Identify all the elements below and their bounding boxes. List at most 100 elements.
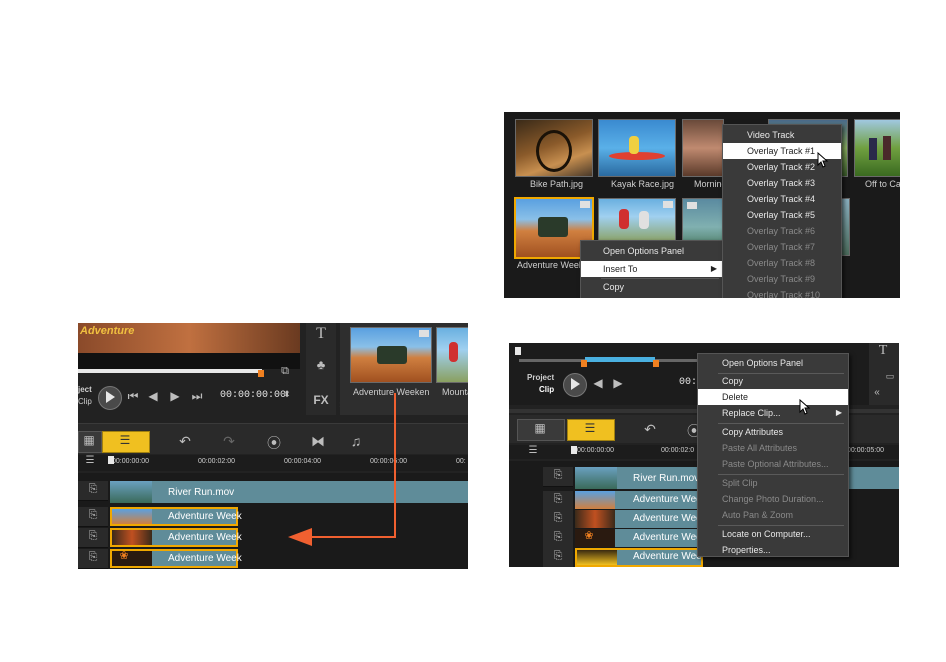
thumb-kayak-race[interactable] (598, 119, 676, 177)
overlay-track-header[interactable]: ⎘ (543, 548, 573, 567)
clip-label[interactable]: Clip (539, 385, 554, 394)
badge-icon (580, 201, 590, 208)
drag-panel: Adventure ⧉ ject Clip ⏮ ◀ ▶ ⏭ 00:00:00:0… (78, 323, 468, 569)
mouse-pointer-icon (799, 399, 811, 415)
undo-icon[interactable]: ↶ (641, 421, 659, 438)
thumb-label: Off to Cam (865, 179, 900, 189)
overlay-track-header[interactable]: ⎘ (78, 528, 108, 548)
menu-locate-on-computer[interactable]: Locate on Computer... (698, 526, 848, 542)
hiker-shape (883, 136, 891, 160)
menu-paste-all-attributes: Paste All Attributes (722, 443, 798, 453)
mouse-pointer-icon (817, 152, 829, 168)
clip-label: Adventure Wee (633, 532, 702, 543)
overlay-track-header[interactable]: ⎘ (78, 549, 108, 569)
step-back-icon[interactable]: ◀ (591, 376, 605, 390)
thumb-label: Adventure Weeke (517, 260, 589, 270)
enlarge-icon[interactable]: ⧉ (278, 365, 292, 378)
step-back-icon[interactable]: ◀ (146, 389, 160, 403)
skip-end-icon[interactable]: ⏭ (190, 389, 204, 404)
playhead-marker[interactable] (515, 347, 521, 355)
trim-range[interactable] (585, 357, 655, 362)
graphics-icon[interactable]: ♣ (310, 357, 332, 372)
menu-split-clip: Split Clip (722, 478, 758, 488)
menu-properties[interactable]: Properties... (698, 542, 848, 558)
thumb-mountain[interactable] (436, 327, 468, 383)
ruler-tick: 00:00:00:00 (112, 458, 149, 465)
overlay-track-header[interactable]: ⎘ (543, 491, 573, 511)
insert-submenu: Video Track Overlay Track #1 Overlay Tra… (722, 124, 842, 298)
menu-copy[interactable]: Copy (698, 373, 848, 389)
track-manager-icon[interactable]: ☰ (80, 455, 100, 466)
submenu-overlay-track-3[interactable]: Overlay Track #3 (723, 175, 841, 191)
step-forward-icon[interactable]: ▶ (611, 376, 625, 390)
submenu-overlay-track-4[interactable]: Overlay Track #4 (723, 191, 841, 207)
timecode-display[interactable]: 00:00:00:00 (220, 390, 286, 401)
thumb-morning[interactable] (682, 119, 724, 177)
thumb-off-to-camp[interactable] (854, 119, 900, 177)
thumb-adventure-weekend[interactable] (350, 327, 432, 383)
timeline-icon: ☰ (119, 433, 131, 447)
project-label[interactable]: Project (527, 373, 554, 382)
overlay-track-icon: ⎘ (553, 531, 563, 543)
step-forward-icon[interactable]: ▶ (168, 389, 182, 403)
menu-change-photo-duration: Change Photo Duration... (722, 494, 824, 504)
thumb-bikers[interactable] (598, 198, 676, 244)
submenu-video-track[interactable]: Video Track (723, 127, 841, 143)
clip-thumbnail (112, 509, 152, 524)
submenu-overlay-track-10: Overlay Track #10 (747, 290, 821, 298)
menu-open-options-panel[interactable]: Open Options Panel (581, 243, 723, 259)
clip-thumbnail (575, 467, 617, 489)
timecode-display[interactable]: 00: (679, 377, 697, 388)
film-icon: ▦ (83, 433, 95, 447)
paddler-shape (629, 136, 639, 154)
overlay-track-icon: ⎘ (88, 551, 98, 563)
menu-replace-clip[interactable]: Replace Clip... ▶ (698, 405, 848, 421)
clip-label[interactable]: Clip (78, 397, 92, 406)
video-track-header[interactable]: ⎘ (543, 467, 573, 487)
overlay-track-header[interactable]: ⎘ (78, 507, 108, 527)
playhead[interactable] (108, 456, 114, 464)
menu-delete[interactable]: Delete (698, 389, 848, 405)
menu-label: Replace Clip... (722, 408, 781, 418)
play-icon (106, 391, 115, 403)
clip-thumbnail (575, 491, 615, 509)
title-icon[interactable]: T (310, 325, 332, 343)
play-icon (571, 378, 580, 390)
badge-icon (419, 330, 429, 337)
clip-label: River Run.mov (168, 487, 235, 498)
playhead[interactable] (571, 446, 577, 454)
skip-start-icon[interactable]: ⏮ (126, 389, 140, 404)
overlay-track-icon: ⎘ (88, 530, 98, 542)
trim-start-marker[interactable] (581, 360, 587, 367)
submenu-overlay-track-5[interactable]: Overlay Track #5 (723, 207, 841, 223)
jeep-shape (538, 217, 568, 237)
clip-label: Adventure Week (168, 532, 242, 543)
overlay-track-header[interactable]: ⎘ (543, 529, 573, 549)
expand-icon[interactable]: « (871, 387, 883, 398)
redo-icon[interactable]: ↷ (220, 433, 238, 450)
title-icon[interactable]: T (871, 343, 895, 359)
video-track-header[interactable]: ⎘ (78, 481, 108, 501)
badge-icon (687, 202, 697, 209)
scrub-end-marker[interactable] (258, 370, 264, 377)
scrub-bar[interactable] (78, 369, 262, 373)
chevron-right-icon: ▶ (710, 264, 717, 273)
undo-icon[interactable]: ↶ (176, 433, 194, 450)
track-manager-icon[interactable]: ☰ (523, 445, 543, 456)
overlay-track-icon: ⎘ (553, 493, 563, 505)
biker-shape (639, 211, 649, 229)
menu-insert-to[interactable]: Insert To ▶ (581, 261, 723, 277)
project-label[interactable]: ject (78, 385, 92, 394)
clip-label: Adventure Wee (633, 494, 702, 505)
menu-open-options-panel[interactable]: Open Options Panel (698, 355, 848, 371)
ruler-tick: 00:00:02:00 (198, 458, 235, 465)
ruler-tick: 00:00:00:00 (577, 447, 614, 454)
menu-copy[interactable]: Copy (581, 279, 723, 295)
menu-copy-attributes[interactable]: Copy Attributes (698, 424, 848, 440)
trim-end-marker[interactable] (653, 360, 659, 367)
overlay-track-header[interactable]: ⎘ (543, 510, 573, 530)
clip-label: River Run.mov (633, 473, 700, 484)
video-track-icon: ⎘ (553, 469, 563, 481)
timeline-panel: Project Clip ◀ ▶ 00: T ▭ « ▦ ☰ ↶ ⦿ ☰ 00:… (509, 343, 899, 567)
thumb-bike-path[interactable] (515, 119, 593, 177)
